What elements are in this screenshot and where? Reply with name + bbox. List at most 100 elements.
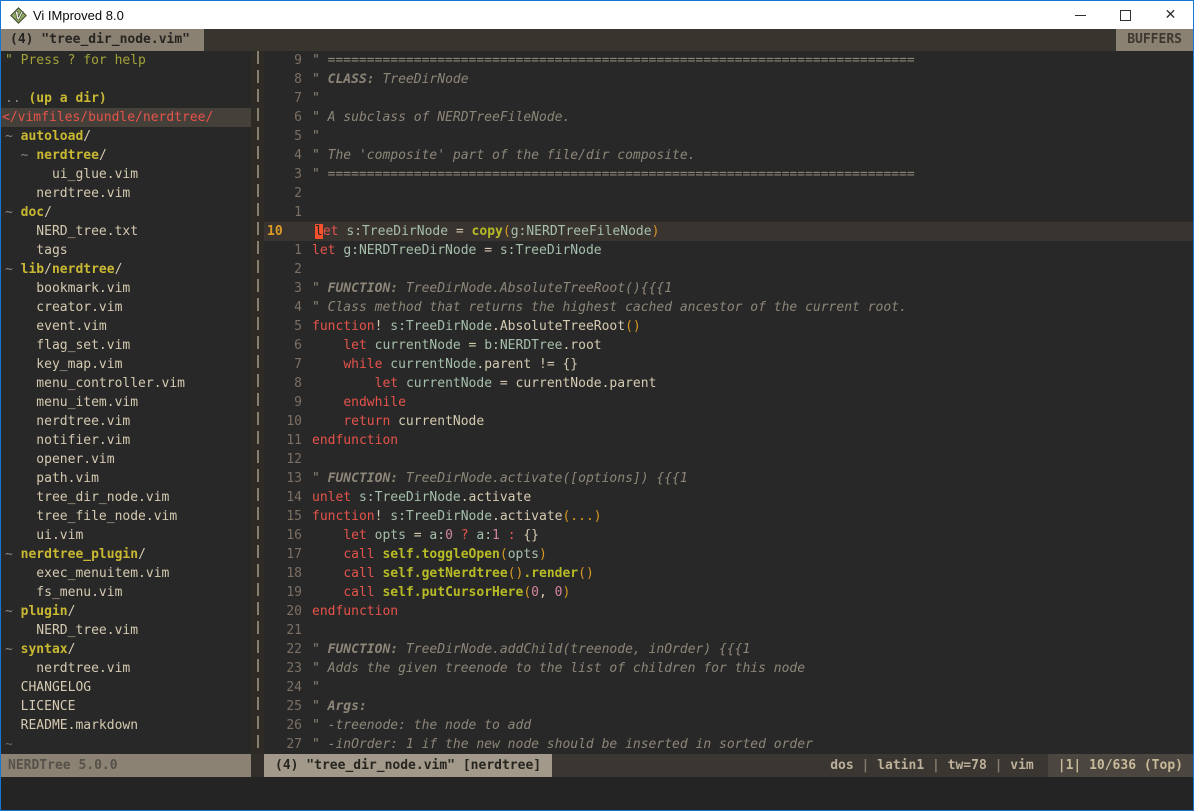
tree-item[interactable]: ~ autoload/ (1, 127, 251, 146)
text-segment: opts (508, 547, 539, 562)
text-segment: et (323, 224, 339, 239)
code-text: while currentNode.parent != {} (312, 355, 578, 374)
tree-item[interactable]: menu_item.vim (1, 393, 251, 412)
tree-item[interactable]: ~ (1, 735, 251, 754)
code-line[interactable]: 9" =====================================… (264, 51, 1193, 70)
tree-item[interactable]: LICENCE (1, 697, 251, 716)
code-line[interactable]: 5" (264, 127, 1193, 146)
code-line[interactable]: 7" (264, 89, 1193, 108)
code-line[interactable]: 8" CLASS: TreeDirNode (264, 70, 1193, 89)
code-line[interactable]: 24" (264, 678, 1193, 697)
tabline: (4) "tree_dir_node.vim" BUFFERS (1, 29, 1193, 51)
text-segment (453, 528, 461, 543)
code-line[interactable]: 23" Adds the given treenode to the list … (264, 659, 1193, 678)
code-line[interactable]: 12 (264, 450, 1193, 469)
code-line[interactable]: 11endfunction (264, 431, 1193, 450)
tree-item[interactable]: tree_file_node.vim (1, 507, 251, 526)
tree-item[interactable]: ui_glue.vim (1, 165, 251, 184)
minimize-button[interactable] (1058, 1, 1103, 29)
tree-item[interactable]: tags (1, 241, 251, 260)
code-line[interactable]: 18 call self.getNerdtree().render() (264, 564, 1193, 583)
buffer-tab[interactable]: (4) "tree_dir_node.vim" (1, 29, 204, 51)
code-line[interactable]: 22" FUNCTION: TreeDirNode.addChild(treen… (264, 640, 1193, 659)
tree-item[interactable]: nerdtree.vim (1, 412, 251, 431)
tree-item[interactable]: NERD_tree.vim (1, 621, 251, 640)
text-segment: g:NERDTreeDirNode (343, 243, 476, 258)
tree-item[interactable] (1, 70, 251, 89)
code-line[interactable]: 6" A subclass of NERDTreeFileNode. (264, 108, 1193, 127)
tree-item[interactable]: " Press ? for help (1, 51, 251, 70)
tree-item[interactable]: flag_set.vim (1, 336, 251, 355)
code-line[interactable]: 26" -treenode: the node to add (264, 716, 1193, 735)
tree-item[interactable]: opener.vim (1, 450, 251, 469)
code-line[interactable]: 13" FUNCTION: TreeDirNode.activate([opti… (264, 469, 1193, 488)
text-segment: s:TreeDirNode (390, 509, 492, 524)
code-line[interactable]: 5function! s:TreeDirNode.AbsoluteTreeRoo… (264, 317, 1193, 336)
tree-item[interactable]: ~ nerdtree/ (1, 146, 251, 165)
tree-item[interactable]: ~ syntax/ (1, 640, 251, 659)
code-line[interactable]: 3" FUNCTION: TreeDirNode.AbsoluteTreeRoo… (264, 279, 1193, 298)
statusbar: NERDTree 5.0.0 (4) "tree_dir_node.vim" [… (1, 754, 1193, 777)
code-line[interactable]: 21 (264, 621, 1193, 640)
tree-item[interactable]: exec_menuitem.vim (1, 564, 251, 583)
text-segment: ) (652, 224, 660, 239)
tree-item[interactable]: key_map.vim (1, 355, 251, 374)
tree-item[interactable]: NERD_tree.txt (1, 222, 251, 241)
maximize-button[interactable] (1103, 1, 1148, 29)
code-line[interactable]: 19 call self.putCursorHere(0, 0) (264, 583, 1193, 602)
code-line-current[interactable]: 10let s:TreeDirNode = copy(g:NERDTreeFil… (264, 222, 1193, 241)
window-separator[interactable] (251, 51, 264, 754)
tree-item[interactable]: ~ lib/nerdtree/ (1, 260, 251, 279)
code-line[interactable]: 16 let opts = a:0 ? a:1 : {} (264, 526, 1193, 545)
code-line[interactable]: 1 (264, 203, 1193, 222)
text-segment: NERD_tree.txt (5, 224, 138, 239)
tree-item[interactable]: ~ nerdtree_plugin/ (1, 545, 251, 564)
tree-item[interactable]: ui.vim (1, 526, 251, 545)
code-line[interactable]: 9 endwhile (264, 393, 1193, 412)
tree-item[interactable]: fs_menu.vim (1, 583, 251, 602)
tree-item[interactable]: tree_dir_node.vim (1, 488, 251, 507)
code-line[interactable]: 7 while currentNode.parent != {} (264, 355, 1193, 374)
tree-item[interactable]: .. (up a dir) (1, 89, 251, 108)
tree-item[interactable]: ~ plugin/ (1, 602, 251, 621)
tree-item[interactable]: event.vim (1, 317, 251, 336)
code-line[interactable]: 4" The 'composite' part of the file/dir … (264, 146, 1193, 165)
code-line[interactable]: 27" -inOrder: 1 if the new node should b… (264, 735, 1193, 754)
code-line[interactable]: 8 let currentNode = currentNode.parent (264, 374, 1193, 393)
text-segment: opts (375, 528, 406, 543)
code-line[interactable]: 15function! s:TreeDirNode.activate(...) (264, 507, 1193, 526)
code-line[interactable]: 1let g:NERDTreeDirNode = s:TreeDirNode (264, 241, 1193, 260)
code-line[interactable]: 10 return currentNode (264, 412, 1193, 431)
code-line[interactable]: 6 let currentNode = b:NERDTree.root (264, 336, 1193, 355)
tree-item[interactable]: creator.vim (1, 298, 251, 317)
tree-item[interactable]: README.markdown (1, 716, 251, 735)
code-line[interactable]: 25" Args: (264, 697, 1193, 716)
tree-item[interactable]: nerdtree.vim (1, 659, 251, 678)
text-segment: let (312, 243, 335, 258)
tree-item[interactable]: ~ doc/ (1, 203, 251, 222)
tree-item[interactable]: path.vim (1, 469, 251, 488)
code-line[interactable]: 17 call self.toggleOpen(opts) (264, 545, 1193, 564)
text-segment: tree_dir_node.vim (5, 490, 169, 505)
code-line[interactable]: 20endfunction (264, 602, 1193, 621)
file-info-item: dos (830, 758, 853, 773)
tree-item-selected[interactable]: </vimfiles/bundle/nerdtree/ (1, 108, 251, 127)
code-line[interactable]: 14unlet s:TreeDirNode.activate (264, 488, 1193, 507)
code-text: " Args: (312, 697, 367, 716)
code-line[interactable]: 2 (264, 260, 1193, 279)
tree-item[interactable]: bookmark.vim (1, 279, 251, 298)
tree-item[interactable]: notifier.vim (1, 431, 251, 450)
code-line[interactable]: 2 (264, 184, 1193, 203)
tree-item[interactable]: CHANGELOG (1, 678, 251, 697)
close-button[interactable]: ✕ (1148, 1, 1193, 29)
code-line[interactable]: 4" Class method that returns the highest… (264, 298, 1193, 317)
tree-item[interactable]: menu_controller.vim (1, 374, 251, 393)
tree-item[interactable]: nerdtree.vim (1, 184, 251, 203)
command-line[interactable] (1, 777, 1193, 810)
line-number: 1 (264, 203, 312, 222)
code-line[interactable]: 3" =====================================… (264, 165, 1193, 184)
text-segment: endfunction (312, 604, 398, 619)
editor-panel[interactable]: 9" =====================================… (264, 51, 1193, 754)
text-segment: .activate (461, 490, 531, 505)
nerdtree-panel[interactable]: " Press ? for help .. (up a dir)</vimfile… (1, 51, 251, 754)
